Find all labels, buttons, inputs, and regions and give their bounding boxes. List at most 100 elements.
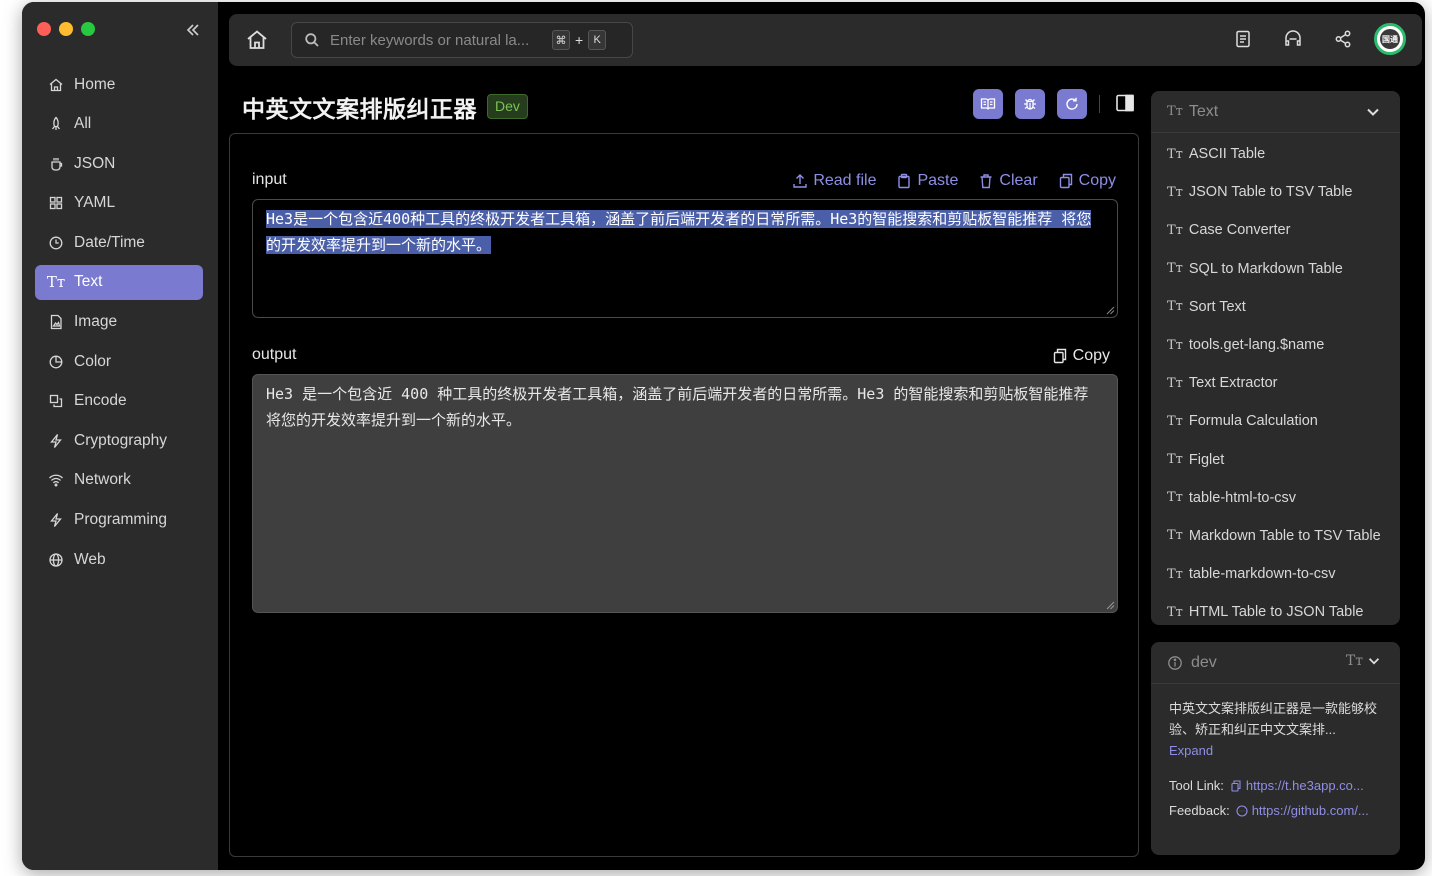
sidebar-item-datetime[interactable]: Date/Time	[35, 225, 203, 260]
sidebar-item-network[interactable]: Network	[35, 463, 203, 498]
clear-button[interactable]: Clear	[978, 172, 1038, 190]
output-text: He3 是一个包含近 400 种工具的终极开发者工具箱，涵盖了前后端开发者的日常…	[266, 385, 1089, 429]
tool-link[interactable]: https://t.he3app.co...	[1224, 778, 1364, 793]
clipboard-icon	[896, 173, 912, 189]
rocket-icon	[47, 115, 65, 133]
sidebar-item-color[interactable]: Color	[35, 344, 203, 379]
list-item[interactable]: Tт Text Extractor	[1151, 364, 1400, 402]
feedback-label: Feedback:	[1169, 803, 1230, 818]
read-file-label: Read file	[813, 172, 877, 189]
json-icon	[47, 155, 65, 173]
sidebar-item-text[interactable]: Tт Text	[35, 264, 203, 300]
sidebar-item-yaml[interactable]: YAML	[35, 186, 203, 221]
output-actions: Copy	[1032, 347, 1110, 365]
category-selector[interactable]: Tт	[1346, 653, 1382, 669]
read-file-button[interactable]: Read file	[792, 172, 876, 190]
maximize-window-button[interactable]	[81, 22, 95, 36]
paste-label: Paste	[917, 172, 959, 189]
document-icon[interactable]	[1232, 28, 1254, 50]
resize-grip-icon[interactable]	[1106, 601, 1115, 610]
sidebar-item-image[interactable]: Image	[35, 305, 203, 340]
shortcut-k-key: K	[588, 30, 607, 50]
text-icon: Tт	[1167, 566, 1183, 582]
feedback-link[interactable]: https://github.com/...	[1230, 803, 1369, 818]
text-icon: Tт	[1167, 104, 1183, 119]
output-textarea[interactable]: He3 是一个包含近 400 种工具的终极开发者工具箱，涵盖了前后端开发者的日常…	[252, 374, 1118, 613]
sidebar-item-all[interactable]: All	[35, 107, 203, 142]
feedback-icon[interactable]	[1282, 28, 1304, 50]
close-window-button[interactable]	[37, 22, 51, 36]
toolbar-divider	[1099, 95, 1100, 113]
chevron-down-icon[interactable]	[1364, 103, 1382, 121]
text-icon: Tт	[1167, 222, 1183, 238]
avatar[interactable]: 国通	[1374, 23, 1406, 55]
clear-label: Clear	[999, 172, 1038, 189]
tool-panel: input Read file Paste Clear Copy He3是一个包…	[229, 133, 1139, 857]
list-item[interactable]: Tт Figlet	[1151, 441, 1400, 479]
shortcut-plus: +	[575, 32, 584, 48]
sidebar-item-label: YAML	[74, 194, 116, 212]
sidebar-toggle-icon[interactable]	[1115, 93, 1135, 113]
category-header[interactable]: Tт Text	[1151, 91, 1400, 133]
info-panel: dev Tт 中英文文案排版纠正器是一款能够校验、矫正和纠正中文文案排... E…	[1151, 642, 1400, 855]
list-item[interactable]: Tт table-markdown-to-csv	[1151, 555, 1400, 593]
book-icon[interactable]	[973, 89, 1003, 119]
search-box[interactable]: Enter keywords or natural la... ⌘ + K	[291, 22, 633, 58]
list-item-label: table-html-to-csv	[1188, 489, 1297, 506]
category-title: Text	[1188, 102, 1219, 120]
bolt-icon	[47, 432, 65, 450]
info-header: dev Tт	[1151, 642, 1400, 684]
copy-icon	[1231, 779, 1241, 792]
list-item-label: Sort Text	[1188, 298, 1246, 315]
sidebar-item-json[interactable]: JSON	[35, 146, 203, 181]
input-textarea[interactable]: He3是一个包含近400种工具的终极开发者工具箱，涵盖了前后端开发者的日常所需。…	[252, 199, 1118, 318]
list-item[interactable]: Tт table-html-to-csv	[1151, 479, 1400, 517]
collapse-sidebar-icon[interactable]	[182, 19, 204, 41]
sidebar-item-label: JSON	[74, 154, 116, 172]
list-item[interactable]: Tт ASCII Table	[1151, 135, 1400, 173]
resize-grip-icon[interactable]	[1106, 306, 1115, 315]
window-controls	[37, 22, 95, 36]
upload-icon	[792, 173, 808, 189]
copy-output-button[interactable]: Copy	[1052, 347, 1110, 365]
text-icon: Tт	[1167, 337, 1183, 353]
list-item-label: Text Extractor	[1188, 375, 1278, 392]
page-title: 中英文文案排版纠正器	[242, 96, 477, 122]
list-item-label: tools.get-lang.$name	[1188, 337, 1325, 354]
refresh-icon[interactable]	[1057, 89, 1087, 119]
bolt-icon	[47, 511, 65, 529]
feedback-link-text: https://github.com/...	[1251, 803, 1369, 818]
trash-icon	[978, 173, 994, 189]
list-item[interactable]: Tт tools.get-lang.$name	[1151, 326, 1400, 364]
copy-input-button[interactable]: Copy	[1058, 172, 1116, 190]
list-item[interactable]: Tт JSON Table to TSV Table	[1151, 173, 1400, 211]
app-window: Home All JSON YAML Date/Time Tт Text Ima…	[22, 2, 1425, 870]
list-item[interactable]: Tт SQL to Markdown Table	[1151, 250, 1400, 288]
list-item[interactable]: Tт HTML Table to JSON Table	[1151, 593, 1400, 625]
bug-icon[interactable]	[1015, 89, 1045, 119]
input-label: input	[252, 171, 287, 188]
copy-label: Copy	[1072, 347, 1110, 364]
sidebar-item-label: Cryptography	[74, 431, 168, 449]
sidebar-item-encode[interactable]: Encode	[35, 384, 203, 419]
list-item[interactable]: Tт Sort Text	[1151, 288, 1400, 326]
paste-button[interactable]: Paste	[896, 172, 958, 190]
list-item[interactable]: Tт Case Converter	[1151, 211, 1400, 249]
minimize-window-button[interactable]	[59, 22, 73, 36]
share-icon[interactable]	[1332, 28, 1354, 50]
tool-description: 中英文文案排版纠正器是一款能够校验、矫正和纠正中文文案排... Expand	[1151, 684, 1400, 761]
home-icon[interactable]	[245, 28, 269, 52]
expand-link[interactable]: Expand	[1169, 743, 1213, 758]
sidebar-item-cryptography[interactable]: Cryptography	[35, 423, 203, 458]
sidebar-item-label: Date/Time	[74, 233, 145, 251]
list-item[interactable]: Tт Formula Calculation	[1151, 402, 1400, 440]
text-icon: Tт	[1167, 261, 1183, 277]
sidebar-item-label: Home	[74, 75, 116, 93]
list-item[interactable]: Tт Markdown Table to TSV Table	[1151, 517, 1400, 555]
text-icon: Tт	[1167, 184, 1183, 200]
category-panel: Tт Text Tт ASCII Table Tт JSON Table to TS…	[1151, 91, 1400, 625]
sidebar-item-home[interactable]: Home	[35, 67, 203, 102]
sidebar-item-programming[interactable]: Programming	[35, 503, 203, 538]
search-input[interactable]: Enter keywords or natural la...	[330, 32, 552, 49]
sidebar-item-web[interactable]: Web	[35, 542, 203, 577]
